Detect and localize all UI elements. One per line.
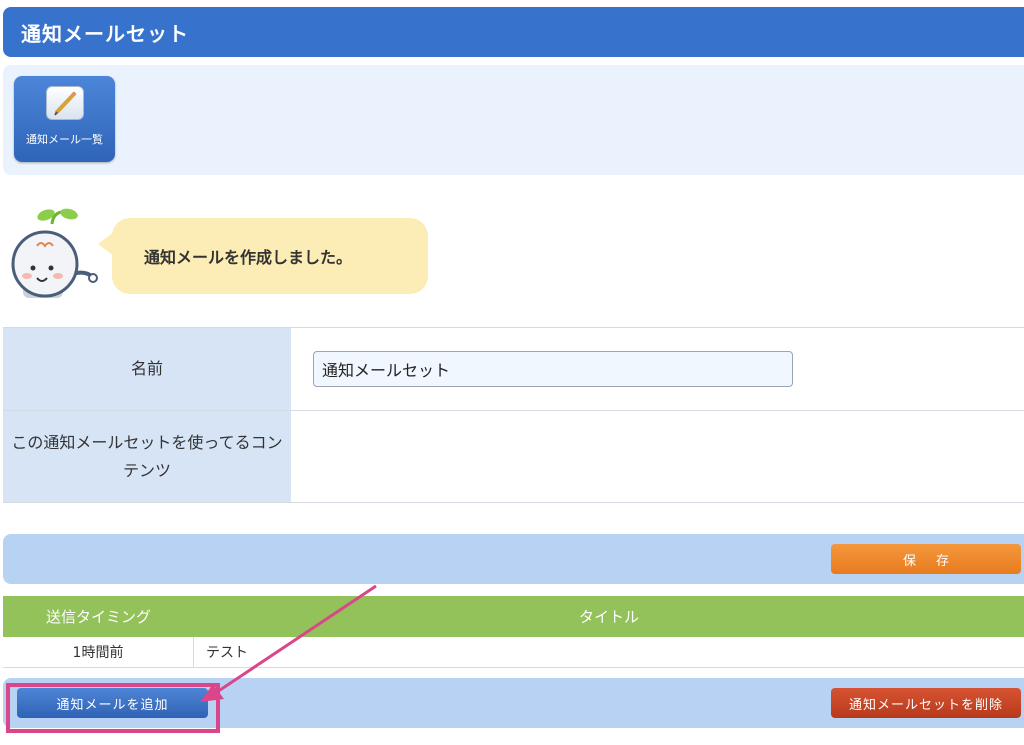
form-row-name: 名前 [3,328,1024,411]
message-bubble: 通知メールを作成しました。 [98,218,428,294]
mail-list-button[interactable]: 通知メール一覧 [14,76,115,162]
settings-form: 名前 この通知メールセットを使ってるコンテンツ [3,327,1024,503]
save-bar: 保存 [3,534,1024,584]
cell-title[interactable]: テスト [194,637,1024,667]
mascot-icon [11,208,98,298]
toolbar: 通知メール一覧 [3,65,1024,175]
edit-notepad-icon [46,86,84,120]
name-label: 名前 [3,328,291,410]
contents-label: この通知メールセットを使ってるコンテンツ [3,411,291,502]
name-input[interactable] [313,351,793,387]
save-button[interactable]: 保存 [831,544,1021,574]
bottom-action-bar: 通知メールを追加 通知メールセットを削除 [3,678,1024,728]
success-message: 通知メールを作成しました。 [144,248,353,267]
mail-table-header: 送信タイミング タイトル [3,596,1024,637]
form-row-contents: この通知メールセットを使ってるコンテンツ [3,411,1024,503]
contents-value [291,411,1024,502]
cell-timing: 1時間前 [3,637,194,667]
mail-table: 送信タイミング タイトル 1時間前 テスト [3,596,1024,668]
column-header-timing: 送信タイミング [45,608,151,626]
page-header: 通知メールセット [3,7,1024,57]
page-title: 通知メールセット [21,21,189,46]
delete-mail-set-button[interactable]: 通知メールセットを削除 [831,688,1021,718]
add-mail-button[interactable]: 通知メールを追加 [17,688,208,718]
mail-list-button-label: 通知メール一覧 [26,133,103,146]
column-header-title: タイトル [578,608,639,626]
table-row[interactable]: 1時間前 テスト [3,637,1024,668]
